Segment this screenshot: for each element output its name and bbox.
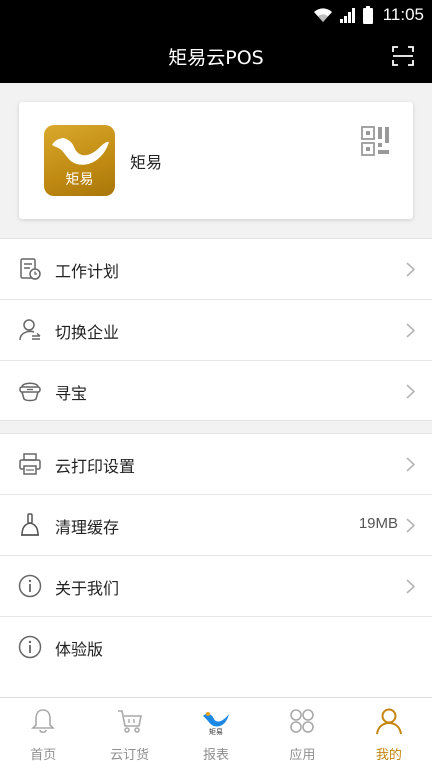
tab-label: 云订货 <box>110 748 150 763</box>
company-name: 矩易 <box>130 153 163 172</box>
status-icons: 11:05 <box>313 4 424 26</box>
broom-icon <box>21 513 39 536</box>
treasure-icon <box>19 382 41 402</box>
menu-item-label: 关于我们 <box>55 579 120 598</box>
qr-code-icon[interactable] <box>361 126 391 156</box>
company-card[interactable]: 矩易 矩易 <box>19 102 413 219</box>
svg-text:矩易: 矩易 <box>209 727 223 735</box>
report-logo-icon: 矩易 <box>203 712 230 735</box>
status-time: 11:05 <box>382 5 424 24</box>
chevron-right-icon <box>406 457 415 472</box>
menu-item-clear-cache[interactable]: 清理缓存 19MB <box>0 495 432 556</box>
battery-icon <box>362 6 373 24</box>
tab-cloud-order[interactable]: 云订货 <box>86 698 172 768</box>
menu-item-label: 体验版 <box>55 640 104 659</box>
menu-item-switch-company[interactable]: 切换企业 <box>0 300 432 361</box>
tab-label: 我的 <box>375 748 402 763</box>
menu-item-trial-version[interactable]: 体验版 <box>0 617 432 678</box>
work-plan-icon <box>20 258 41 280</box>
bottom-tab-bar: 首页 云订货 矩易 报表 应用 我的 <box>0 697 432 768</box>
app-title: 矩易云POS <box>168 47 264 69</box>
menu-item-cloud-print[interactable]: 云打印设置 <box>0 434 432 495</box>
switch-company-icon <box>19 319 41 341</box>
tab-report[interactable]: 矩易 报表 <box>173 698 259 768</box>
menu-item-label: 工作计划 <box>55 262 120 281</box>
tab-apps[interactable]: 应用 <box>259 698 345 768</box>
chevron-right-icon <box>406 384 415 399</box>
info-icon <box>18 574 42 598</box>
bell-icon <box>31 709 56 734</box>
tab-mine[interactable]: 我的 <box>346 698 432 768</box>
chevron-right-icon <box>406 262 415 277</box>
company-logo: 矩易 <box>44 125 115 196</box>
person-icon <box>375 708 402 735</box>
menu-item-work-plan[interactable]: 工作计划 <box>0 239 432 300</box>
chevron-right-icon <box>406 579 415 594</box>
tab-label: 首页 <box>30 748 57 763</box>
logo-text: 矩易 <box>65 172 94 188</box>
content-area: 矩易 矩易 工作计划 切换企业 寻宝 云打印设置 清理缓存 19MB 关于我们 … <box>0 83 432 697</box>
menu-item-about-us[interactable]: 关于我们 <box>0 556 432 617</box>
wifi-icon <box>313 8 332 22</box>
menu-item-label: 云打印设置 <box>55 457 136 476</box>
printer-icon <box>19 453 41 475</box>
menu-item-label: 切换企业 <box>55 323 120 342</box>
app-bar: 矩易云POS <box>0 30 432 83</box>
menu-group-1: 工作计划 切换企业 寻宝 <box>0 238 432 421</box>
menu-item-label: 清理缓存 <box>55 518 120 537</box>
status-bar: 11:05 <box>0 0 432 30</box>
scan-icon[interactable] <box>392 45 414 67</box>
tab-label: 报表 <box>203 748 230 763</box>
tab-label: 应用 <box>289 748 316 763</box>
cache-size: 19MB <box>358 515 398 532</box>
menu-group-2: 云打印设置 清理缓存 19MB 关于我们 体验版 <box>0 433 432 697</box>
apps-icon <box>290 709 315 733</box>
chevron-right-icon <box>406 323 415 338</box>
signal-icon <box>339 8 355 23</box>
chevron-right-icon <box>406 518 415 533</box>
cart-icon <box>117 710 142 733</box>
info-icon <box>18 635 42 659</box>
menu-item-treasure[interactable]: 寻宝 <box>0 361 432 422</box>
tab-home[interactable]: 首页 <box>0 698 86 768</box>
menu-item-label: 寻宝 <box>55 384 88 403</box>
